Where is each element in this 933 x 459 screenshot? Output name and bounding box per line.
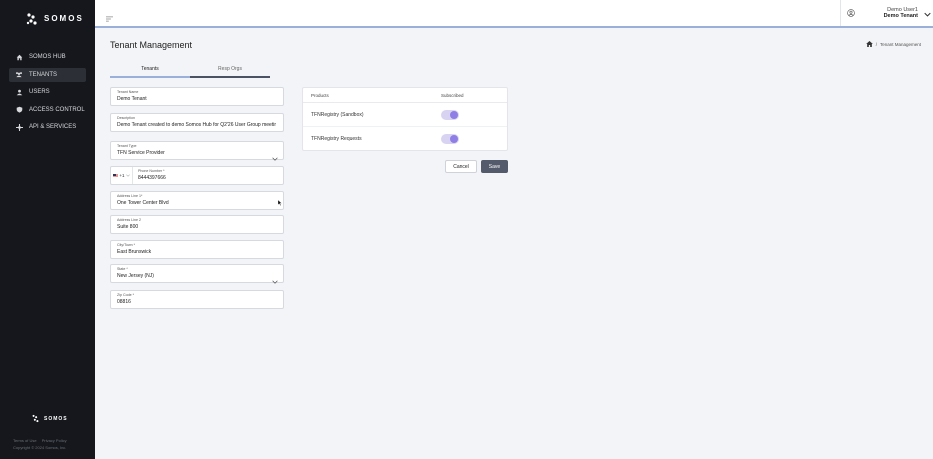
zip-code-field[interactable]: Zip Code * 08816 (110, 290, 284, 309)
chevron-down-icon[interactable] (924, 4, 931, 22)
sidebar-item-label: ACCESS CONTROL (29, 106, 85, 113)
home-icon[interactable] (865, 41, 873, 48)
products-table: Products Subscribed TFNRegistry (Sandbox… (302, 87, 508, 151)
copyright-text: Copyright © 2024 Somos, Inc. (13, 445, 67, 450)
brand-name: SOMOS (44, 14, 84, 23)
subscribed-column-header: Subscribed (441, 92, 464, 98)
breadcrumb-separator: / (875, 42, 877, 47)
sidebar-item-api-services[interactable]: API & SERVICES (9, 120, 86, 134)
sidebar-item-label: USERS (29, 89, 50, 95)
sidebar-item-tenants[interactable]: TENANTS (9, 67, 86, 82)
phone-number-field[interactable]: +1 Phone Number * 8444397666 (110, 166, 284, 185)
chevron-down-icon (272, 148, 278, 166)
field-value: 8444397666 (138, 175, 166, 181)
breadcrumb-current: Tenant Management (879, 42, 921, 47)
privacy-link[interactable]: Privacy Policy (42, 438, 67, 443)
city-field[interactable]: City/Town * East Brunswick (110, 240, 284, 259)
tabs: Tenants Resp Orgs (110, 64, 270, 78)
topbar: Demo User1 Demo Tenant (95, 0, 933, 28)
page-title: Tenant Management (110, 40, 193, 50)
tenant-type-select[interactable]: Tenant Type TFN Service Provider (110, 141, 284, 161)
sidebar-item-label: API & SERVICES (29, 124, 77, 130)
products-column-header: Products (311, 92, 329, 98)
description-field[interactable]: Description Demo Tenant created to demo … (110, 113, 284, 132)
current-tenant-name: Demo Tenant (883, 13, 918, 19)
cancel-button[interactable]: Cancel (445, 160, 477, 173)
sidebar-item-label: SOMOS HUB (29, 54, 66, 60)
address-line-2-field[interactable]: Address Line 2 Suite 800 (110, 215, 284, 234)
footer-logo: SOMOS (31, 414, 68, 423)
state-select[interactable]: State * New Jersey (NJ) (110, 264, 284, 284)
tenant-name-field[interactable]: Tenant Name Demo Tenant (110, 87, 284, 106)
somos-logo-icon (26, 12, 37, 25)
product-name: TFNRegistry Requests (311, 136, 362, 142)
us-flag-icon (113, 173, 119, 178)
somos-logo-icon (32, 414, 39, 423)
subscribed-toggle[interactable] (441, 134, 459, 144)
sidebar-item-label: TENANTS (29, 71, 58, 78)
brand-logo[interactable]: SOMOS (0, 0, 95, 28)
field-value: New Jersey (NJ) (117, 273, 154, 279)
country-code: +1 (119, 173, 125, 178)
field-value: Suite 800 (117, 224, 139, 230)
toggle-knob (450, 110, 458, 119)
chevron-down-icon (272, 271, 278, 289)
subscribed-toggle[interactable] (441, 109, 459, 120)
save-button[interactable]: Save (481, 160, 508, 173)
plug-icon (15, 123, 23, 131)
sidebar: SOMOS SOMOS HUB TENANTS USERS ACCESS CON… (0, 0, 95, 459)
product-row: TFNRegistry (Sandbox) (303, 103, 507, 127)
users-group-icon (15, 71, 23, 79)
products-header: Products Subscribed (303, 88, 507, 103)
sidebar-item-users[interactable]: USERS (9, 85, 86, 99)
field-value: Demo Tenant created to demo Somos Hub fo… (117, 122, 276, 128)
breadcrumb: / Tenant Management (865, 41, 921, 48)
user-menu[interactable]: Demo User1 Demo Tenant (840, 0, 933, 26)
terms-link[interactable]: Terms of Use (13, 438, 37, 443)
account-icon (847, 4, 855, 22)
chevron-down-icon (125, 174, 130, 177)
tab-tenants[interactable]: Tenants (110, 64, 190, 78)
mouse-cursor-icon (277, 193, 283, 211)
home-icon (15, 53, 23, 61)
field-value: 08816 (117, 299, 131, 305)
product-row: TFNRegistry Requests (303, 127, 507, 151)
sidebar-item-access-control[interactable]: ACCESS CONTROL (9, 103, 86, 117)
toggle-knob (450, 135, 458, 143)
tab-resp-orgs[interactable]: Resp Orgs (190, 64, 270, 76)
address-line-1-field[interactable]: Address Line 1* One Tower Center Blvd (110, 191, 284, 210)
menu-toggle-icon[interactable] (106, 9, 113, 27)
shield-icon (15, 106, 23, 114)
country-code-select[interactable]: +1 (111, 167, 133, 184)
field-value: East Brunswick (117, 249, 152, 255)
footer-links: Terms of Use Privacy Policy Copyright © … (13, 437, 71, 451)
sidebar-nav: SOMOS HUB TENANTS USERS ACCESS CONTROL A… (0, 50, 95, 138)
footer-brand-name: SOMOS (44, 415, 68, 422)
field-value: One Tower Center Blvd (117, 200, 169, 206)
field-value: TFN Service Provider (117, 150, 165, 156)
product-name: TFNRegistry (Sandbox) (311, 111, 364, 118)
field-value: Demo Tenant (117, 96, 147, 102)
user-icon (15, 88, 23, 96)
sidebar-item-somos-hub[interactable]: SOMOS HUB (9, 50, 86, 64)
